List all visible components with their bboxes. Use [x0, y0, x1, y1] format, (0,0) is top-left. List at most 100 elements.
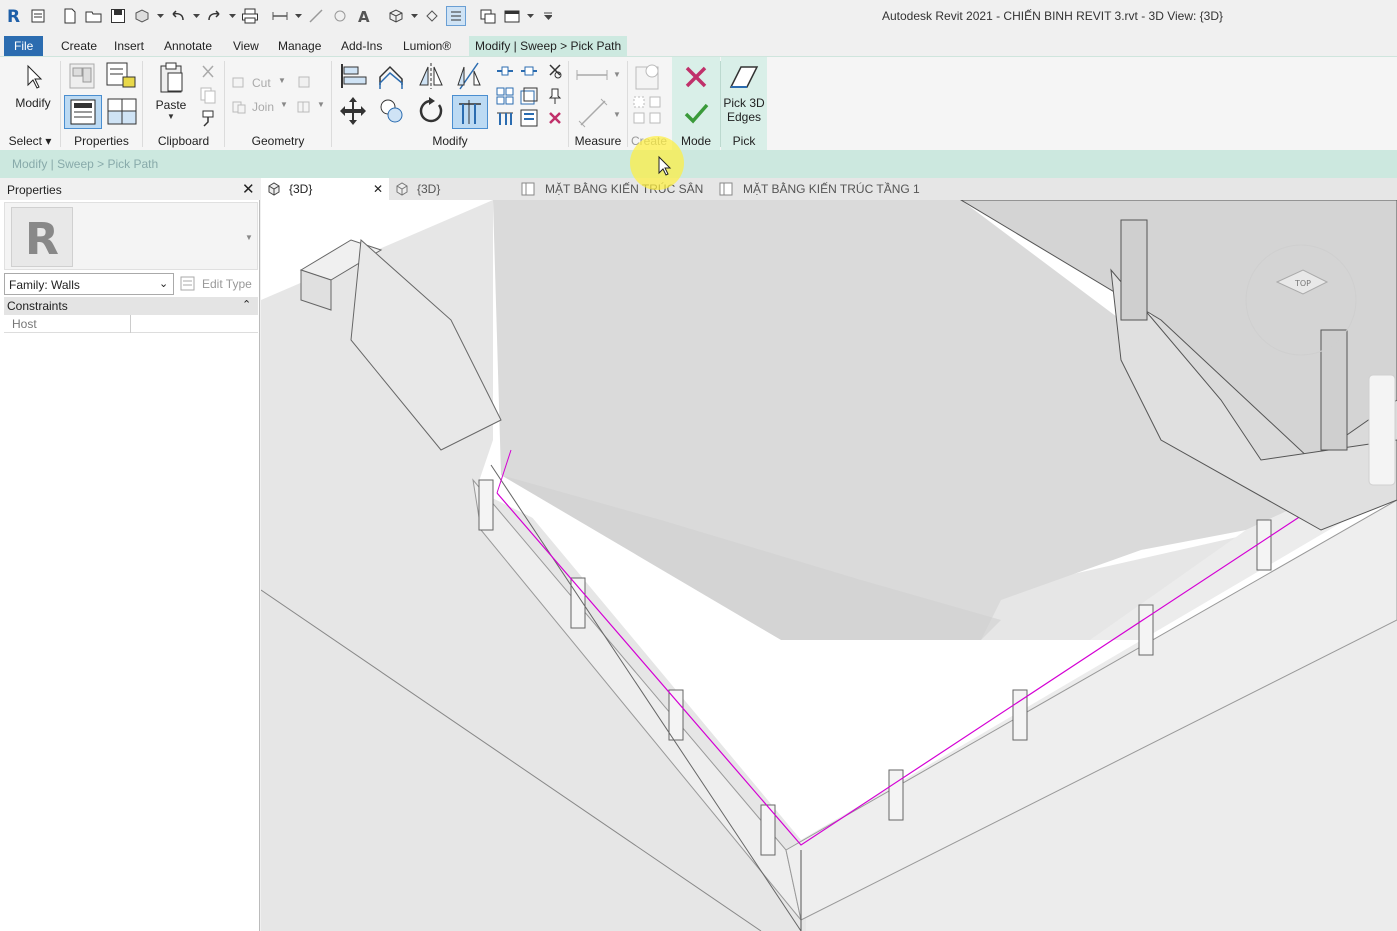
view-tab-3d-active[interactable]: {3D} ✕ — [261, 178, 389, 200]
column-divider — [130, 315, 131, 333]
svg-text:R: R — [7, 7, 20, 25]
select-panel: Modify Select ▾ — [0, 57, 60, 151]
unpin-icon[interactable] — [546, 63, 564, 82]
revit-logo-icon[interactable]: R — [4, 6, 24, 26]
cut-geometry-icon[interactable] — [231, 74, 247, 93]
create-similar-icon[interactable] — [632, 61, 664, 96]
trim-extend-icon[interactable] — [452, 95, 488, 129]
open-folder-icon[interactable] — [84, 6, 104, 26]
create-group-icon[interactable] — [632, 95, 664, 130]
chevron-down-icon[interactable] — [156, 6, 164, 26]
copy-icon[interactable] — [199, 86, 217, 107]
measure-between-icon[interactable] — [575, 67, 609, 86]
type-properties-icon[interactable] — [67, 61, 97, 94]
tab-insert[interactable]: Insert — [108, 36, 150, 56]
wall-joins-icon[interactable] — [296, 74, 312, 93]
print-icon[interactable] — [240, 6, 260, 26]
properties-palette-icon[interactable] — [64, 95, 102, 129]
switch-windows-icon[interactable] — [502, 6, 522, 26]
copy-element-icon[interactable] — [376, 95, 406, 130]
chevron-down-icon[interactable] — [410, 6, 418, 26]
constraints-group-header[interactable]: Constraints ⌃ — [4, 297, 258, 315]
cut-geometry-label[interactable]: Cut — [252, 76, 271, 90]
rotate-icon[interactable] — [416, 95, 446, 130]
tab-view[interactable]: View — [227, 36, 265, 56]
trim-multiple-icon[interactable] — [496, 109, 514, 130]
title-bar: R A Autodesk Revit 2021 - CHIẾN BINH REV… — [0, 0, 1397, 34]
tab-lumion[interactable]: Lumion® — [397, 36, 457, 56]
finish-edit-mode-icon[interactable] — [682, 99, 710, 130]
delete-icon[interactable] — [546, 109, 564, 130]
split-face-icon[interactable] — [296, 99, 312, 118]
redo-icon[interactable] — [204, 6, 224, 26]
select-dropdown[interactable]: Select ▾ — [0, 134, 60, 148]
customize-toolbar-icon[interactable] — [544, 6, 552, 26]
tab-modify-sweep-pick-path[interactable]: Modify | Sweep > Pick Path — [469, 36, 628, 56]
recent-files-icon[interactable] — [28, 6, 48, 26]
offset-icon[interactable] — [376, 61, 406, 94]
sync-icon[interactable] — [132, 6, 152, 26]
measure-icon[interactable] — [270, 6, 290, 26]
paste-button[interactable]: Paste ▼ — [151, 61, 191, 121]
view-tab-floor-plan-level-1[interactable]: MẶT BẰNG KIẾN TRÚC TẦNG 1 — [719, 178, 920, 200]
property-row[interactable]: Host — [4, 315, 258, 333]
chevron-down-icon[interactable] — [228, 6, 236, 26]
chevron-down-icon[interactable] — [294, 6, 302, 26]
move-icon[interactable] — [338, 95, 368, 130]
text-icon[interactable]: A — [354, 6, 374, 26]
array-icon[interactable] — [496, 87, 514, 108]
match-properties-icon[interactable] — [199, 109, 217, 130]
family-type-selector[interactable]: Family: Walls ⌄ — [4, 273, 174, 295]
join-geometry-icon[interactable] — [231, 99, 247, 118]
close-icon[interactable]: ✕ — [242, 180, 255, 198]
aligned-dimension-icon[interactable] — [306, 6, 326, 26]
chevron-down-icon[interactable]: ▼ — [245, 233, 253, 242]
default-3d-view-icon[interactable] — [386, 6, 406, 26]
mirror-pick-axis-icon[interactable] — [416, 61, 446, 94]
join-geometry-label[interactable]: Join — [252, 100, 274, 114]
scale-icon[interactable] — [520, 87, 538, 108]
aligned-dimension-tool-icon[interactable] — [577, 97, 609, 132]
section-icon[interactable] — [422, 6, 442, 26]
view-tab-3d[interactable]: {3D} — [393, 178, 513, 200]
chevron-down-icon[interactable]: ▼ — [613, 110, 621, 119]
view-tab-floor-plan-site[interactable]: MẶT BẰNG KIẾN TRÚC SÂN — [521, 178, 711, 200]
tab-annotate[interactable]: Annotate — [158, 36, 218, 56]
mirror-draw-axis-icon[interactable] — [454, 61, 484, 94]
undo-icon[interactable] — [168, 6, 188, 26]
tab-manage[interactable]: Manage — [272, 36, 327, 56]
navigation-bar[interactable] — [1368, 374, 1396, 486]
split-with-gap-icon[interactable] — [520, 63, 538, 82]
type-selector-icon[interactable] — [106, 97, 138, 130]
cancel-edit-mode-icon[interactable] — [682, 63, 710, 94]
geometry-panel-label: Geometry — [251, 134, 305, 148]
tab-add-ins[interactable]: Add-Ins — [335, 36, 388, 56]
3d-view-canvas[interactable]: TOP — [261, 200, 1397, 931]
chevron-down-icon[interactable] — [526, 6, 534, 26]
tab-create[interactable]: Create — [55, 36, 103, 56]
chevron-down-icon[interactable]: ▼ — [280, 100, 288, 109]
pick-3d-edges-button[interactable]: Pick 3D Edges — [721, 61, 767, 124]
trim-single-icon[interactable] — [520, 109, 538, 130]
close-hidden-windows-icon[interactable] — [478, 6, 498, 26]
tag-icon[interactable] — [330, 6, 350, 26]
split-element-icon[interactable] — [496, 63, 514, 82]
thin-lines-icon[interactable] — [446, 6, 466, 26]
edit-type-button[interactable]: Edit Type — [178, 273, 256, 295]
property-value[interactable] — [136, 317, 254, 331]
pin-icon[interactable] — [546, 87, 564, 108]
tab-file[interactable]: File — [4, 36, 44, 56]
chevron-down-icon[interactable]: ▼ — [613, 70, 621, 79]
new-file-icon[interactable] — [60, 6, 80, 26]
type-preview[interactable]: R ▼ — [4, 202, 258, 270]
window-title: Autodesk Revit 2021 - CHIẾN BINH REVIT 3… — [882, 9, 1224, 23]
save-icon[interactable] — [108, 6, 128, 26]
family-types-icon[interactable] — [105, 61, 137, 94]
modify-button[interactable]: Modify — [8, 63, 58, 110]
chevron-down-icon[interactable] — [192, 6, 200, 26]
cut-icon[interactable] — [199, 63, 217, 84]
align-icon[interactable] — [338, 61, 368, 94]
chevron-down-icon[interactable]: ▼ — [278, 76, 286, 85]
chevron-down-icon[interactable]: ▼ — [317, 100, 325, 109]
close-icon[interactable]: ✕ — [373, 178, 383, 200]
